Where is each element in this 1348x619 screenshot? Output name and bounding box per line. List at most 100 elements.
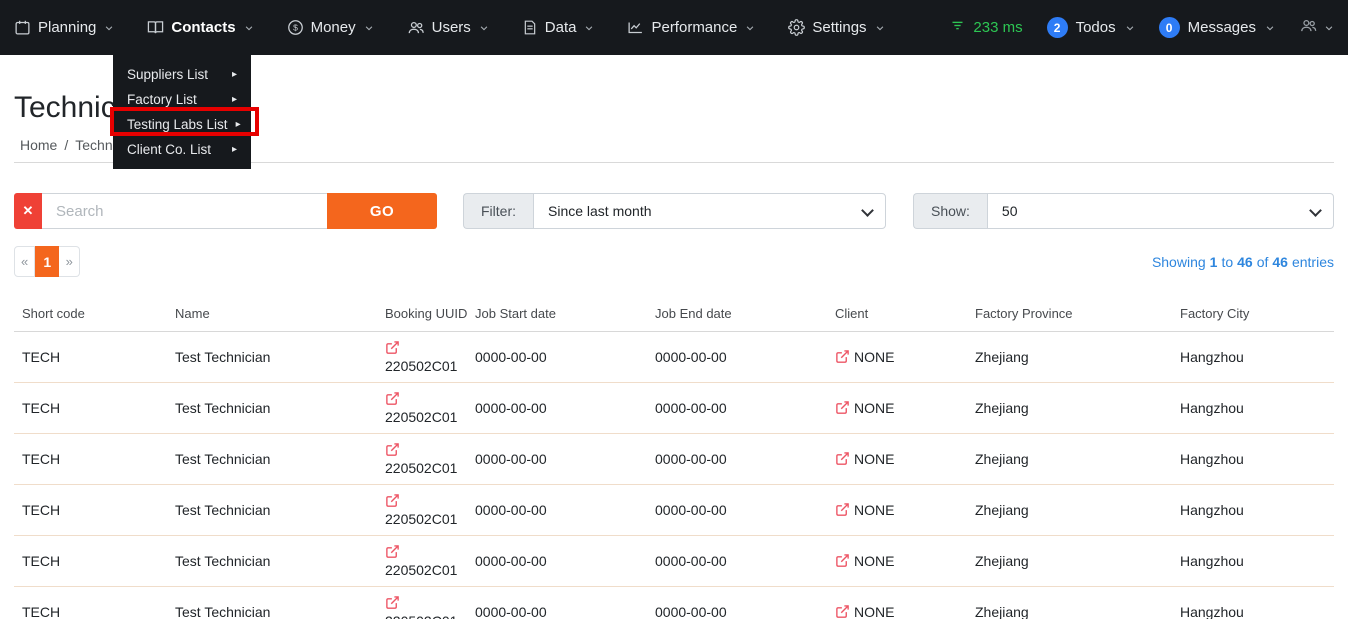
cell-job-end-date: 0000-00-00 <box>647 331 827 383</box>
search-group: ✕ GO <box>14 193 437 229</box>
breadcrumb-home-link[interactable]: Home <box>20 137 57 153</box>
nav-item-data[interactable]: Data <box>522 19 595 36</box>
top-navbar: Planning Contacts $ Money Users Data Per… <box>0 0 1348 55</box>
cell-factory-city: Hangzhou <box>1172 331 1334 383</box>
cell-factory-province: Zhejiang <box>967 535 1172 587</box>
filter-label: Filter: <box>463 193 533 229</box>
table-row: TECH Test Technician 220502C01 0000-00-0… <box>14 433 1334 485</box>
todos-count-badge: 2 <box>1046 17 1068 38</box>
search-input[interactable] <box>42 193 327 229</box>
book-icon <box>147 19 164 36</box>
filter-select[interactable]: Since last month <box>533 193 886 229</box>
cell-client: NONE <box>827 382 967 434</box>
external-link-icon[interactable] <box>385 493 455 509</box>
external-link-icon[interactable] <box>385 595 455 611</box>
entries-from: 1 <box>1209 253 1218 270</box>
account-menu[interactable] <box>1299 17 1334 39</box>
messages-label: Messages <box>1187 19 1256 36</box>
money-icon: $ <box>287 19 304 36</box>
signal-bars-icon <box>950 18 965 37</box>
clear-search-button[interactable]: ✕ <box>14 193 42 229</box>
entries-to: 46 <box>1237 253 1253 270</box>
show-select[interactable]: 50 <box>986 193 1334 229</box>
menu-item-testing-labs-list[interactable]: Testing Labs List ▸ <box>113 112 251 137</box>
messages-menu[interactable]: 0 Messages <box>1158 17 1275 38</box>
calendar-icon <box>14 19 31 36</box>
search-go-button[interactable]: GO <box>327 193 437 229</box>
contacts-dropdown-menu: Suppliers List ▸ Factory List ▸ Testing … <box>113 55 251 169</box>
col-header-name: Name <box>167 298 377 332</box>
nav-item-performance[interactable]: Performance <box>627 19 755 36</box>
pagination-prev-button[interactable]: « <box>14 246 36 277</box>
nav-item-label: Planning <box>38 19 97 36</box>
submenu-arrow-icon: ▸ <box>231 69 237 80</box>
document-icon <box>522 19 538 36</box>
cell-short-code: TECH <box>14 586 167 619</box>
booking-uuid-text: 220502C01 <box>385 613 459 619</box>
nav-item-users[interactable]: Users <box>407 19 489 36</box>
users-icon <box>407 19 425 36</box>
booking-uuid-text: 220502C01 <box>385 409 458 425</box>
menu-item-client-co-list[interactable]: Client Co. List ▸ <box>113 137 251 162</box>
external-link-icon[interactable] <box>385 340 455 356</box>
menu-item-suppliers-list[interactable]: Suppliers List ▸ <box>113 62 251 87</box>
chevron-down-icon <box>584 23 594 33</box>
chart-icon <box>627 19 644 36</box>
cell-job-start-date: 0000-00-00 <box>467 433 647 485</box>
nav-item-settings[interactable]: Settings <box>788 19 884 36</box>
cell-factory-city: Hangzhou <box>1172 433 1334 485</box>
nav-item-contacts[interactable]: Contacts <box>147 19 253 36</box>
latency-value: 233 ms <box>973 19 1023 36</box>
external-link-icon[interactable] <box>385 391 455 407</box>
entries-text: to <box>1221 253 1234 270</box>
cell-name: Test Technician <box>167 433 377 485</box>
booking-uuid-text: 220502C01 <box>385 511 458 527</box>
col-header-booking-uuid: Booking UUID <box>377 298 467 332</box>
client-text: NONE <box>854 553 895 569</box>
gear-icon <box>788 19 806 36</box>
cell-short-code: TECH <box>14 331 167 383</box>
cell-booking-uuid: 220502C01 <box>377 535 467 587</box>
cell-factory-province: Zhejiang <box>967 484 1172 536</box>
external-link-icon[interactable] <box>835 451 850 466</box>
external-link-icon[interactable] <box>385 544 455 560</box>
chevron-down-icon <box>364 23 374 33</box>
external-link-icon[interactable] <box>835 349 850 364</box>
external-link-icon[interactable] <box>835 604 850 619</box>
table-row: TECH Test Technician 220502C01 0000-00-0… <box>14 586 1334 619</box>
pagination-next-button[interactable]: » <box>59 246 81 277</box>
cell-name: Test Technician <box>167 535 377 587</box>
entries-text: Showing <box>1151 253 1206 270</box>
external-link-icon[interactable] <box>835 502 850 517</box>
client-text: NONE <box>854 604 895 619</box>
cell-factory-city: Hangzhou <box>1172 586 1334 619</box>
pagination-page-1-button[interactable]: 1 <box>35 246 60 277</box>
menu-item-label: Suppliers List <box>127 67 209 82</box>
client-text: NONE <box>854 400 895 416</box>
nav-item-money[interactable]: $ Money <box>287 19 374 36</box>
cell-job-end-date: 0000-00-00 <box>647 586 827 619</box>
cell-job-end-date: 0000-00-00 <box>647 433 827 485</box>
cell-job-start-date: 0000-00-00 <box>467 382 647 434</box>
chevron-down-icon <box>1265 23 1275 33</box>
nav-item-planning[interactable]: Planning <box>14 19 114 36</box>
cell-short-code: TECH <box>14 535 167 587</box>
external-link-icon[interactable] <box>385 442 455 458</box>
menu-item-factory-list[interactable]: Factory List ▸ <box>113 87 251 112</box>
external-link-icon[interactable] <box>835 400 850 415</box>
filter-group: Filter: Since last month <box>463 193 886 229</box>
entries-summary: Showing 1 to 46 of 46 entries <box>1152 254 1334 270</box>
cell-client: NONE <box>827 586 967 619</box>
cell-name: Test Technician <box>167 382 377 434</box>
nav-item-label: Contacts <box>171 19 236 36</box>
cell-client: NONE <box>827 433 967 485</box>
nav-item-label: Performance <box>651 19 738 36</box>
col-header-job-start-date: Job Start date <box>467 298 647 332</box>
navbar-right: 233 ms 2 Todos 0 Messages <box>950 17 1334 39</box>
page-content: Technicians Home / Technicians Bookings … <box>0 91 1348 619</box>
table-controls: ✕ GO Filter: Since last month Show: 50 <box>14 193 1334 229</box>
cell-factory-city: Hangzhou <box>1172 535 1334 587</box>
external-link-icon[interactable] <box>835 553 850 568</box>
cell-short-code: TECH <box>14 382 167 434</box>
todos-menu[interactable]: 2 Todos <box>1046 17 1135 38</box>
